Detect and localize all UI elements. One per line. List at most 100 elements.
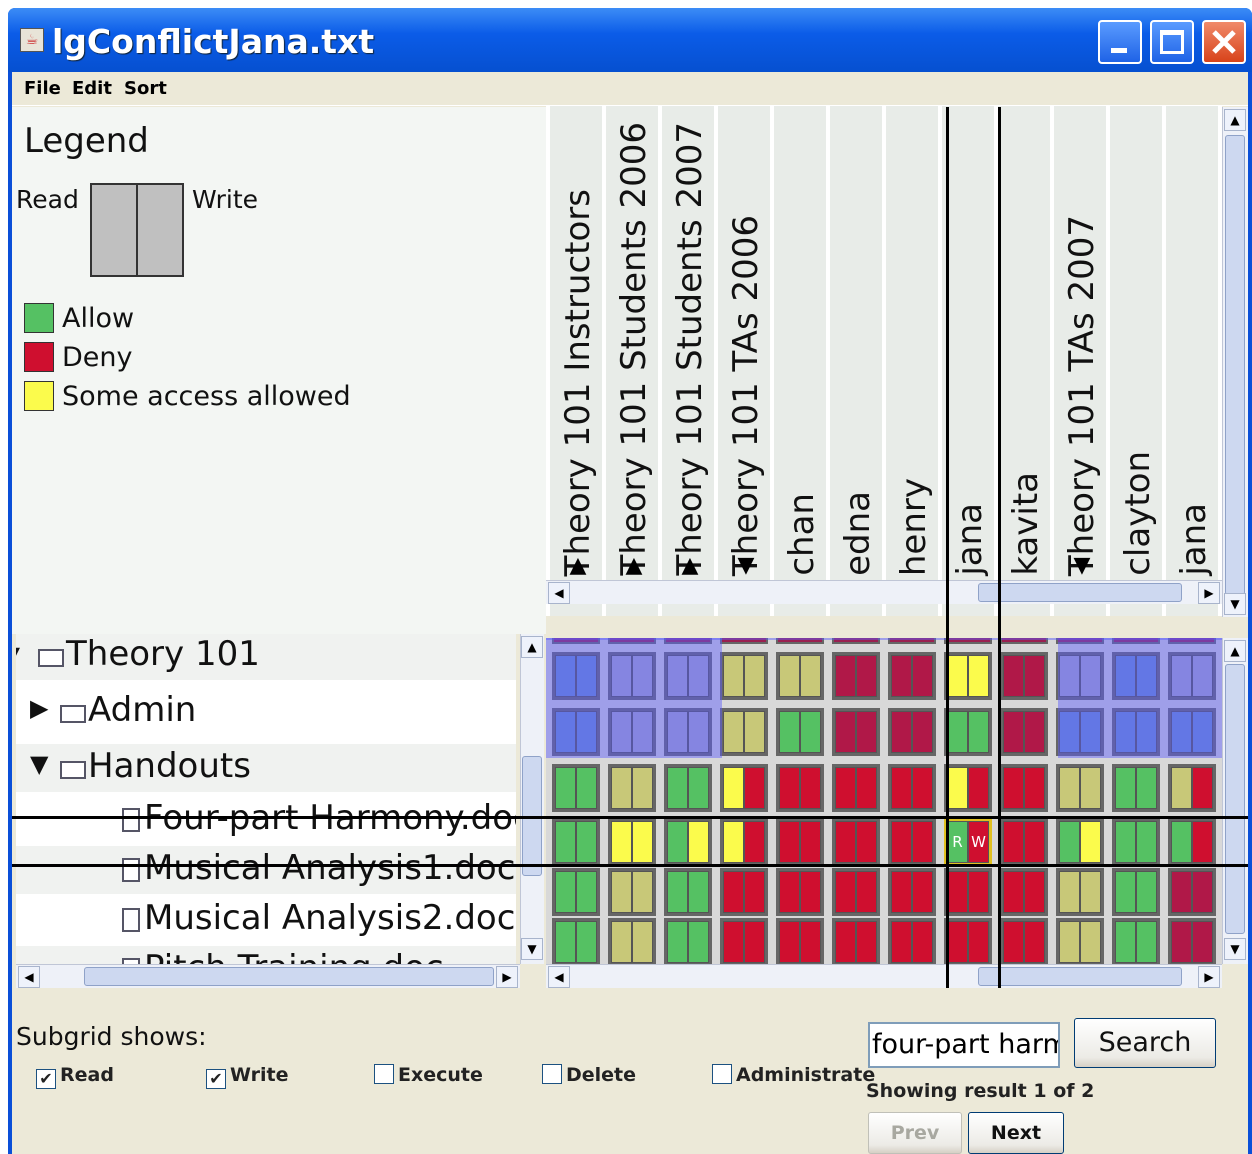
permission-cell[interactable] [832, 764, 880, 812]
column-header[interactable]: chan [772, 106, 832, 576]
tree-file-row[interactable]: Musical Analysis1.doc [16, 846, 516, 894]
permission-cell[interactable] [664, 868, 712, 916]
scroll-up-button[interactable]: ▲ [1224, 109, 1246, 131]
permission-cell[interactable] [776, 652, 824, 700]
tree-vertical-scrollbar[interactable]: ▲ ▼ [520, 634, 544, 964]
scroll-thumb[interactable] [1225, 135, 1245, 595]
permission-cell[interactable] [888, 652, 936, 700]
tree-file-row[interactable]: Four-part Harmony.doc [16, 796, 516, 844]
scroll-thumb[interactable] [978, 967, 1182, 986]
permission-cell[interactable] [664, 708, 712, 756]
close-button[interactable] [1202, 20, 1246, 64]
permission-cell[interactable] [1056, 818, 1104, 866]
tree-horizontal-scrollbar[interactable]: ◀ ▶ [16, 964, 520, 988]
permission-cell[interactable] [664, 818, 712, 866]
scroll-left-button[interactable]: ◀ [18, 966, 40, 988]
column-header[interactable]: Theory 101 Students 2006 [604, 106, 664, 576]
scroll-thumb[interactable] [84, 967, 494, 986]
scroll-up-button[interactable]: ▲ [1224, 640, 1246, 662]
permission-cell[interactable] [608, 918, 656, 964]
permission-cell[interactable]: RW [944, 818, 992, 866]
scroll-left-button[interactable]: ◀ [548, 966, 570, 988]
permission-cell[interactable] [1000, 818, 1048, 866]
permission-cell[interactable] [944, 764, 992, 812]
permission-cell[interactable] [552, 708, 600, 756]
permission-cell[interactable] [1056, 708, 1104, 756]
tree-folder-row[interactable]: ▶ Admin [16, 688, 516, 736]
permission-cell[interactable] [608, 818, 656, 866]
permission-cell[interactable] [776, 918, 824, 964]
tree-folder-row[interactable]: ▼ Handouts [16, 744, 516, 792]
expand-toggle-icon[interactable]: ▶ [30, 694, 48, 722]
permission-cell[interactable] [720, 918, 768, 964]
scroll-up-button[interactable]: ▲ [521, 636, 543, 658]
menu-sort[interactable]: Sort [124, 78, 167, 99]
permission-cell[interactable] [720, 868, 768, 916]
permission-cell[interactable] [720, 708, 768, 756]
permission-cell[interactable] [608, 764, 656, 812]
header-vertical-scrollbar[interactable]: ▲ ▼ [1222, 107, 1248, 617]
permission-cell[interactable] [776, 708, 824, 756]
column-header[interactable]: Theory 101 TAs 2006 [716, 106, 776, 576]
permission-cell[interactable] [832, 918, 880, 964]
permission-cell[interactable] [944, 708, 992, 756]
tree-file-row[interactable]: Pitch Training.doc [16, 946, 516, 964]
permission-cell[interactable] [1056, 868, 1104, 916]
permission-cell[interactable] [552, 652, 600, 700]
permission-cell[interactable] [664, 918, 712, 964]
scroll-down-button[interactable]: ▼ [1224, 938, 1246, 960]
permission-cell[interactable] [776, 868, 824, 916]
permission-cell[interactable] [1168, 652, 1216, 700]
column-header[interactable]: Theory 101 Students 2007 [660, 106, 720, 576]
scroll-right-button[interactable]: ▶ [1198, 966, 1220, 988]
scroll-right-button[interactable]: ▶ [1198, 582, 1220, 604]
permission-cell[interactable] [888, 708, 936, 756]
permission-cell[interactable] [1112, 918, 1160, 964]
collapse-toggle-icon[interactable]: ▼ [30, 750, 48, 778]
grid-vertical-scrollbar[interactable]: ▲ ▼ [1222, 638, 1248, 964]
checkbox-administrate-box[interactable] [712, 1064, 732, 1084]
permission-cell[interactable] [552, 918, 600, 964]
checkbox-delete-box[interactable] [542, 1064, 562, 1084]
permission-cell[interactable] [944, 918, 992, 964]
column-header[interactable]: jana [1164, 106, 1222, 576]
permission-cell[interactable] [1056, 918, 1104, 964]
permission-cell[interactable] [1056, 652, 1104, 700]
permission-cell[interactable] [1000, 918, 1048, 964]
scroll-thumb[interactable] [978, 583, 1182, 602]
collapse-toggle-icon[interactable]: ▾ [16, 638, 20, 666]
checkbox-read-box[interactable]: ✔ [36, 1069, 56, 1089]
collapse-arrow-icon[interactable]: ▲ [548, 553, 608, 578]
maximize-button[interactable] [1150, 20, 1194, 64]
permission-cell[interactable] [1168, 764, 1216, 812]
tree-folder-row[interactable]: ▾ Theory 101 [16, 634, 516, 680]
permission-cell[interactable] [608, 652, 656, 700]
permission-cell[interactable] [1168, 818, 1216, 866]
column-header[interactable]: kavita [996, 106, 1056, 576]
grid-horizontal-scrollbar[interactable]: ◀ ▶ [546, 964, 1222, 988]
permission-cell[interactable] [1000, 764, 1048, 812]
column-header[interactable]: clayton [1108, 106, 1168, 576]
permission-cell[interactable] [1112, 764, 1160, 812]
permission-cell[interactable] [552, 868, 600, 916]
next-button[interactable]: Next [968, 1112, 1064, 1154]
minimize-button[interactable] [1098, 20, 1142, 64]
scroll-thumb[interactable] [1225, 664, 1245, 934]
permission-cell[interactable] [888, 918, 936, 964]
permission-cell[interactable] [664, 652, 712, 700]
scroll-left-button[interactable]: ◀ [548, 582, 570, 604]
permission-cell[interactable] [832, 652, 880, 700]
collapse-arrow-icon[interactable]: ▲ [604, 553, 664, 578]
menu-edit[interactable]: Edit [72, 78, 112, 99]
header-horizontal-scrollbar[interactable]: ◀ ▶ [546, 580, 1222, 604]
permission-cell[interactable] [1112, 818, 1160, 866]
scroll-down-button[interactable]: ▼ [521, 938, 543, 960]
permission-cell[interactable] [720, 652, 768, 700]
permission-cell[interactable] [1112, 868, 1160, 916]
tree-file-row[interactable]: Musical Analysis2.doc [16, 896, 516, 944]
menu-file[interactable]: File [24, 78, 61, 99]
permission-cell[interactable] [944, 868, 992, 916]
permission-cell[interactable] [1000, 868, 1048, 916]
column-header[interactable]: Theory 101 TAs 2007 [1052, 106, 1112, 576]
checkbox-write-box[interactable]: ✔ [206, 1069, 226, 1089]
